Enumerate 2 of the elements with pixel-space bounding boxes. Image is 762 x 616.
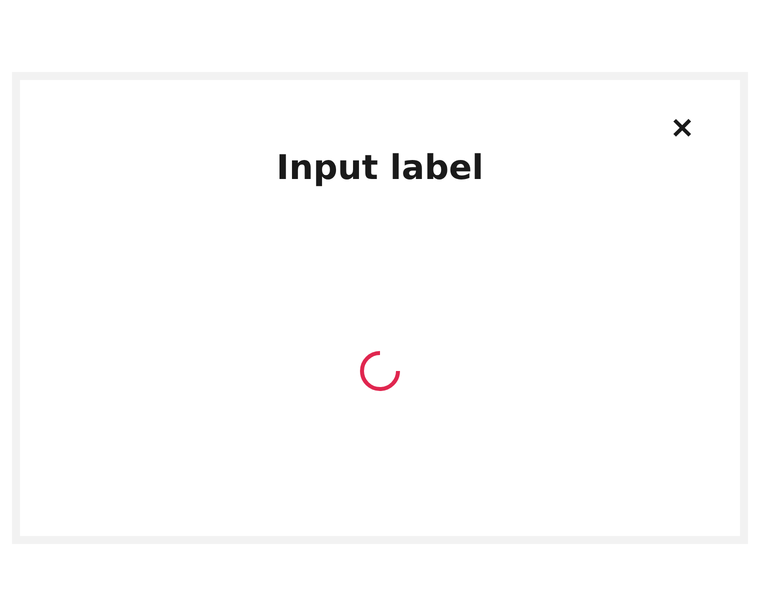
dialog-title: Input label [275, 148, 485, 188]
close-button[interactable]: ✕ [667, 114, 697, 144]
